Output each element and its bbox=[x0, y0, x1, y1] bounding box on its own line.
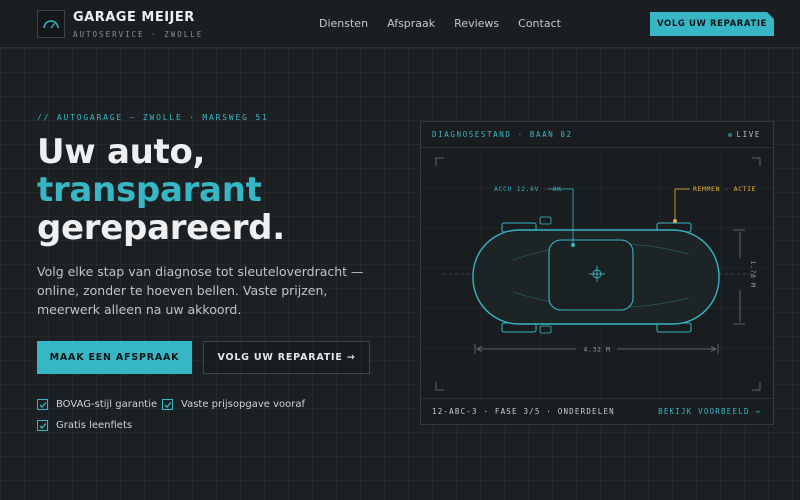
car-diagram: ACCU 12.6V · OK REMMEN · ACTIE 4.32 M 1.… bbox=[421, 148, 775, 400]
plate-status: 12-ABC-3 · FASE 3/5 · ONDERDELEN bbox=[432, 407, 615, 416]
check-label: Gratis leenfiets bbox=[56, 420, 133, 431]
panel-title: DIAGNOSESTAND · BAAN 02 bbox=[432, 130, 573, 139]
make-appointment-button[interactable]: MAAK EEN AFSPRAAK bbox=[37, 341, 192, 374]
gauge-logo-icon[interactable] bbox=[37, 10, 65, 38]
hero-headline: Uw auto, transparant gerepareerd. bbox=[37, 133, 285, 247]
check-label: Vaste prijsopgave vooraf bbox=[181, 399, 305, 410]
check-icon bbox=[37, 399, 48, 410]
track-repair-button[interactable]: VOLG UW REPARATIE → bbox=[203, 341, 370, 374]
brand-name[interactable]: GARAGE MEIJER bbox=[73, 10, 195, 25]
nav-link-diensten[interactable]: Diensten bbox=[319, 17, 368, 30]
nav-link-reviews[interactable]: Reviews bbox=[454, 17, 499, 30]
view-example-link[interactable]: BEKIJK VOORBEELD → bbox=[658, 407, 761, 416]
nav-link-contact[interactable]: Contact bbox=[518, 17, 561, 30]
hero-lead: Volg elke stap van diagnose tot sleutelo… bbox=[37, 264, 364, 317]
live-dot-icon bbox=[727, 132, 732, 137]
width-label: 1.78 M bbox=[749, 260, 757, 287]
site-header: GARAGE MEIJER AUTOSERVICE · ZWOLLE Diens… bbox=[0, 0, 800, 48]
panel-header: DIAGNOSESTAND · BAAN 02 LIVE bbox=[421, 122, 773, 148]
battery-status-label: ACCU 12.6V · OK bbox=[494, 185, 562, 193]
headline-line-2: transparant bbox=[37, 170, 262, 210]
live-label: LIVE bbox=[736, 130, 761, 139]
headline-line-1: Uw auto, bbox=[37, 132, 206, 172]
width-dimension bbox=[733, 229, 745, 325]
track-repair-header-button[interactable]: VOLG UW REPARATIE bbox=[650, 12, 774, 36]
length-label: 4.32 M bbox=[583, 346, 610, 354]
car-cabin bbox=[548, 239, 634, 311]
check-item-warranty: BOVAG-stijl garantie bbox=[37, 399, 157, 410]
check-label: BOVAG-stijl garantie bbox=[56, 399, 158, 410]
brakes-callout bbox=[673, 188, 690, 223]
check-icon bbox=[37, 420, 48, 431]
panel-footer: 12-ABC-3 · FASE 3/5 · ONDERDELEN BEKIJK … bbox=[421, 398, 773, 424]
live-indicator: LIVE bbox=[727, 130, 761, 139]
brakes-status-label: REMMEN · ACTIE bbox=[693, 185, 756, 193]
diagnosis-panel: DIAGNOSESTAND · BAAN 02 LIVE ACCU 12.6V … bbox=[420, 121, 775, 425]
hero-eyebrow: // AUTOGARAGE — ZWOLLE · MARSWEG 51 bbox=[37, 113, 269, 122]
check-icon bbox=[162, 399, 173, 410]
check-item-fixed-price: Vaste prijsopgave vooraf bbox=[162, 399, 305, 410]
main-nav: Diensten Afspraak Reviews Contact bbox=[319, 17, 580, 30]
headline-line-3: gerepareerd. bbox=[37, 208, 285, 248]
nav-link-afspraak[interactable]: Afspraak bbox=[387, 17, 435, 30]
check-item-loan-bike: Gratis leenfiets bbox=[37, 420, 132, 431]
brand-subtitle: AUTOSERVICE · ZWOLLE bbox=[73, 30, 204, 39]
